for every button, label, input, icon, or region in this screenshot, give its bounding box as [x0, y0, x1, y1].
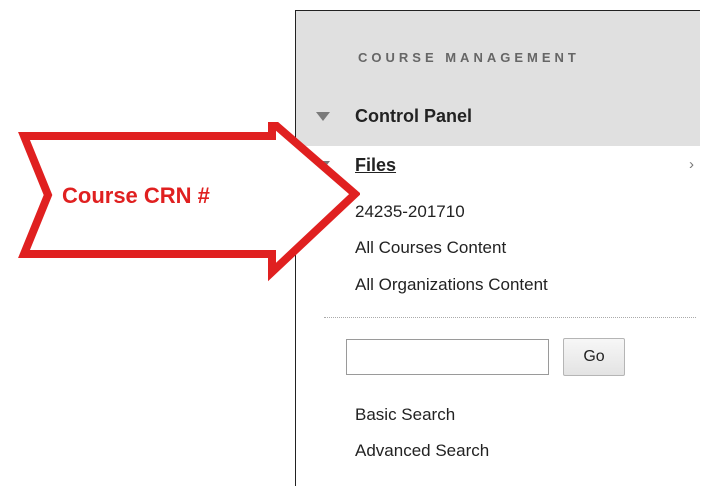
search-input[interactable]: [346, 339, 549, 375]
course-crn-link[interactable]: 24235-201710: [355, 202, 465, 222]
chevron-right-icon[interactable]: ›: [689, 156, 694, 173]
all-organizations-content-link[interactable]: All Organizations Content: [355, 275, 548, 295]
files-link[interactable]: Files: [355, 155, 396, 176]
control-panel-label[interactable]: Control Panel: [355, 106, 472, 127]
course-management-heading: COURSE MANAGEMENT: [358, 50, 580, 65]
divider: [324, 317, 696, 318]
triangle-down-icon[interactable]: [316, 112, 330, 121]
basic-search-link[interactable]: Basic Search: [355, 405, 455, 425]
all-courses-content-link[interactable]: All Courses Content: [355, 238, 506, 258]
callout-label: Course CRN #: [62, 183, 210, 208]
go-button[interactable]: Go: [563, 338, 625, 376]
advanced-search-link[interactable]: Advanced Search: [355, 441, 489, 461]
